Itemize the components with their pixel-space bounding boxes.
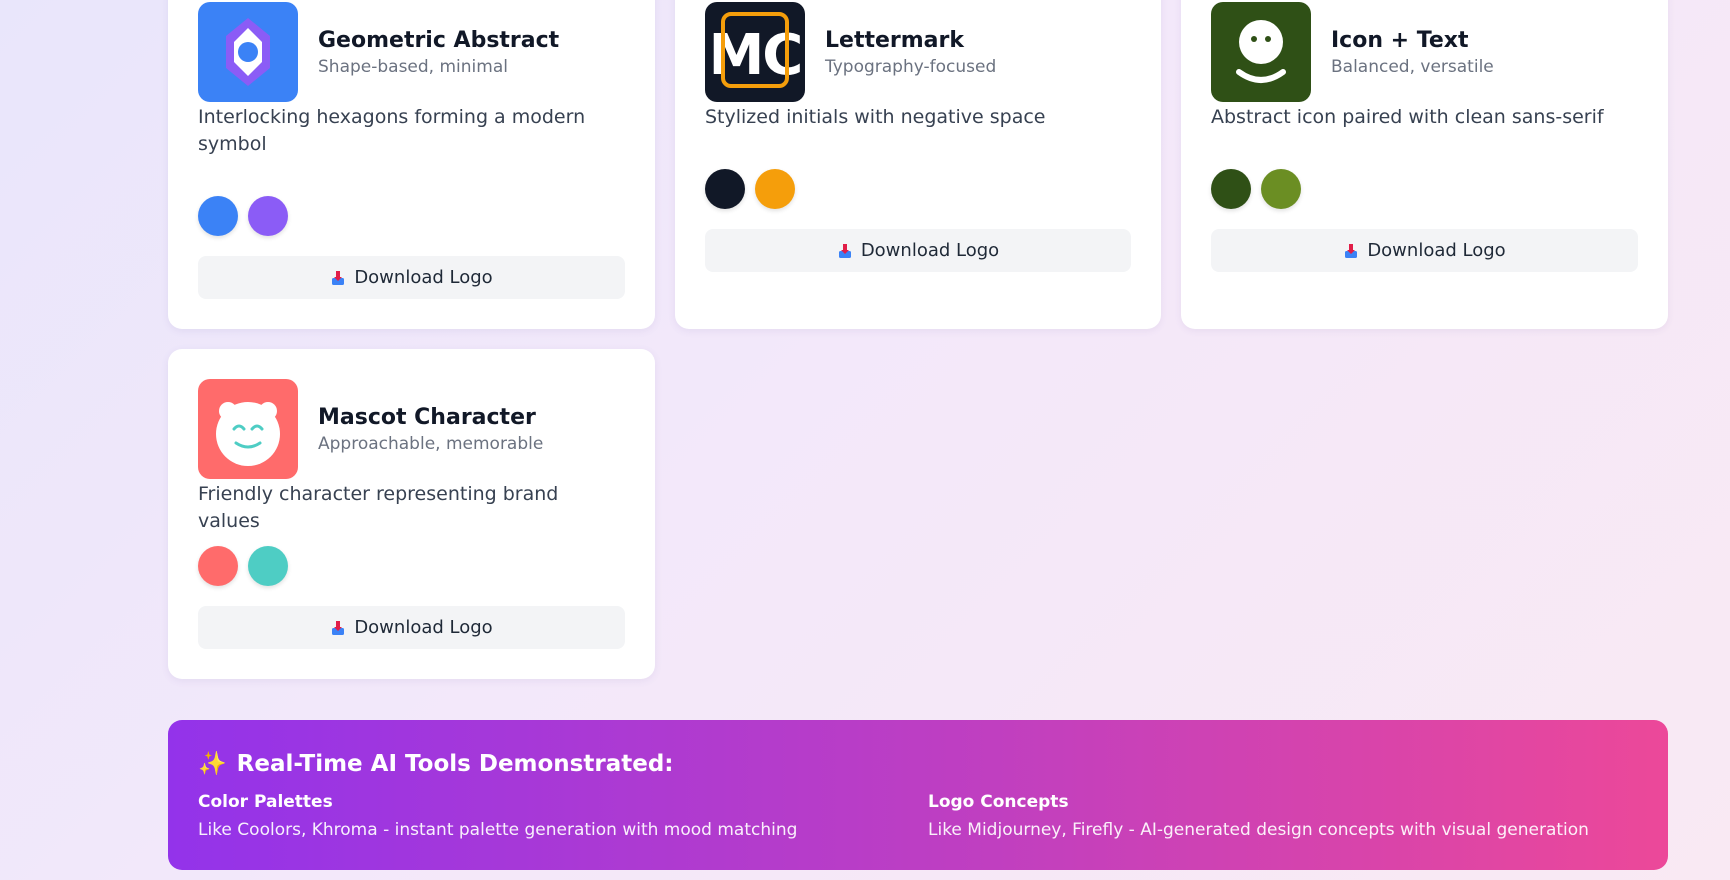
banner-column-title: Logo Concepts [928, 792, 1069, 812]
logo-card-icon-text: Icon + Text Balanced, versatile Abstract… [1181, 0, 1668, 329]
card-title: Geometric Abstract [318, 28, 560, 53]
logo-card-geometric: Geometric Abstract Shape-based, minimal … [168, 0, 655, 329]
banner-title: ✨ Real-Time AI Tools Demonstrated: [198, 750, 674, 778]
color-swatch[interactable] [1261, 169, 1301, 209]
mascot-logo-preview [198, 379, 298, 479]
color-swatch[interactable] [755, 169, 795, 209]
banner-column-text: Like Midjourney, Firefly - AI-generated … [928, 820, 1589, 840]
banner-title-text: Real-Time AI Tools Demonstrated: [236, 750, 674, 777]
icon-text-logo-preview [1211, 2, 1311, 102]
card-description: Interlocking hexagons forming a modern s… [198, 106, 586, 155]
geometric-logo-preview [198, 2, 298, 102]
card-description: Abstract icon paired with clean sans-ser… [1211, 106, 1604, 128]
logo-card-lettermark: MC Lettermark Typography-focused Stylize… [675, 0, 1161, 329]
download-logo-button[interactable]: Download Logo [198, 606, 625, 649]
download-tray-icon [330, 270, 346, 286]
download-tray-icon [330, 620, 346, 636]
card-subtitle: Shape-based, minimal [318, 57, 508, 77]
download-tray-icon [837, 243, 853, 259]
ai-tools-banner: ✨ Real-Time AI Tools Demonstrated: Color… [168, 720, 1668, 870]
hexagon-logo-icon [226, 18, 270, 86]
card-description: Friendly character representing brand va… [198, 483, 559, 532]
download-button-label: Download Logo [1367, 240, 1506, 261]
card-subtitle: Balanced, versatile [1331, 57, 1494, 77]
card-subtitle: Approachable, memorable [318, 434, 544, 454]
download-tray-icon [1343, 243, 1359, 259]
color-swatch[interactable] [248, 196, 288, 236]
banner-column-color-palettes: Color Palettes Like Coolors, Khroma - in… [198, 792, 797, 840]
color-swatch[interactable] [198, 196, 238, 236]
lettermark-logo-preview: MC [705, 2, 805, 102]
smiley-logo-icon [1236, 20, 1286, 83]
color-swatch[interactable] [248, 546, 288, 586]
card-subtitle: Typography-focused [825, 57, 997, 77]
card-title: Icon + Text [1331, 28, 1469, 53]
download-button-label: Download Logo [354, 617, 493, 638]
banner-column-logo-concepts: Logo Concepts Like Midjourney, Firefly -… [928, 792, 1589, 840]
card-description: Stylized initials with negative space [705, 106, 1046, 128]
color-swatches [1211, 169, 1301, 209]
color-swatches [198, 546, 288, 586]
sparkles-icon: ✨ [198, 751, 227, 777]
banner-column-title: Color Palettes [198, 792, 333, 812]
color-swatches [705, 169, 795, 209]
card-title: Mascot Character [318, 405, 536, 430]
color-swatch[interactable] [198, 546, 238, 586]
download-button-label: Download Logo [860, 240, 1000, 261]
download-logo-button[interactable]: Download Logo [198, 256, 625, 299]
download-button-label: Download Logo [354, 267, 493, 288]
mascot-face-icon [216, 402, 280, 466]
download-logo-button[interactable]: Download Logo [705, 229, 1131, 272]
logo-card-mascot: Mascot Character Approachable, memorable… [168, 349, 655, 679]
banner-column-text: Like Coolors, Khroma - instant palette g… [198, 820, 798, 840]
color-swatch[interactable] [1211, 169, 1251, 209]
lettermark-logo-icon: MC [709, 12, 803, 88]
download-logo-button[interactable]: Download Logo [1211, 229, 1638, 272]
color-swatches [198, 196, 288, 236]
card-title: Lettermark [825, 28, 964, 53]
color-swatch[interactable] [705, 169, 745, 209]
